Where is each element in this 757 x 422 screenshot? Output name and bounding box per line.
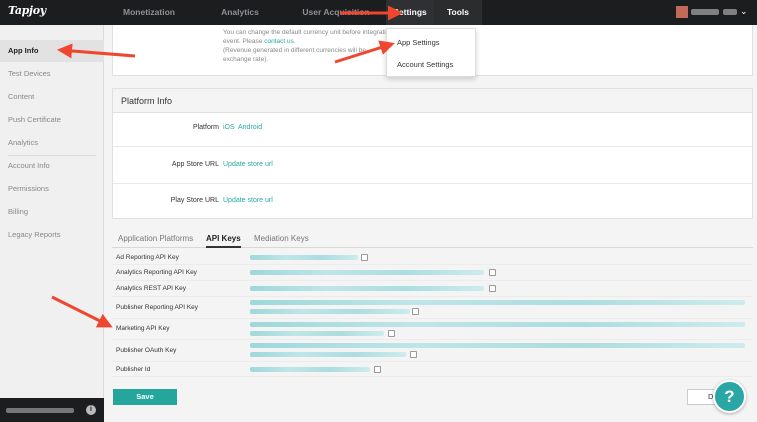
row-divider (113, 146, 752, 147)
menu-item-account-settings[interactable]: Account Settings (397, 60, 453, 69)
sidebar-item-permissions[interactable]: Permissions (0, 178, 104, 200)
app-store-url-label: App Store URL (171, 161, 219, 168)
api-key-value-redacted[interactable] (250, 322, 745, 327)
api-key-row: Publisher Id (112, 362, 753, 377)
copy-icon[interactable] (388, 330, 395, 337)
copy-icon[interactable] (361, 254, 368, 261)
api-key-row: Publisher Reporting API Key (112, 297, 753, 319)
sidebar-footer: i (0, 398, 104, 422)
account-name-redacted[interactable] (723, 9, 737, 15)
contact-us-link[interactable]: contact us (264, 38, 294, 45)
info-icon[interactable]: i (86, 405, 96, 415)
api-key-label: Publisher Id (116, 366, 151, 373)
copy-icon[interactable] (412, 308, 419, 315)
api-key-row: Publisher OAuth Key (112, 340, 753, 362)
menu-item-app-settings[interactable]: App Settings (397, 38, 440, 47)
platform-info-panel: Platform Info Platform iOS Android App S… (112, 88, 753, 219)
currency-note-line3: (Revenue generated in different currenci… (223, 47, 366, 54)
platform-ios-option[interactable]: iOS (223, 124, 235, 131)
settings-dropdown: App Settings Account Settings (386, 28, 476, 77)
currency-note-line4: exchange rate). (223, 56, 269, 63)
user-avatar[interactable] (676, 6, 688, 18)
platform-info-title: Platform Info (113, 89, 752, 113)
play-store-url-label: Play Store URL (170, 197, 219, 204)
api-key-label: Publisher OAuth Key (116, 347, 177, 354)
app-name-redacted (6, 408, 74, 413)
sidebar: App Info Test Devices Content Push Certi… (0, 25, 104, 422)
api-key-label: Marketing API Key (116, 325, 170, 332)
api-key-label: Analytics REST API Key (116, 285, 186, 292)
sidebar-item-app-info[interactable]: App Info (0, 40, 104, 62)
tab-mediation-keys[interactable]: Mediation Keys (254, 234, 309, 243)
api-key-value-redacted[interactable] (250, 255, 358, 260)
nav-tools[interactable]: Tools (434, 0, 482, 25)
copy-icon[interactable] (489, 285, 496, 292)
play-store-update-link[interactable]: Update store url (223, 197, 273, 204)
api-key-row: Analytics REST API Key (112, 281, 753, 297)
sidebar-item-analytics[interactable]: Analytics (0, 132, 104, 154)
api-key-label: Analytics Reporting API Key (116, 269, 197, 276)
tab-api-keys[interactable]: API Keys (206, 234, 241, 248)
currency-note-line2: event. Please contact us. (223, 38, 296, 45)
user-name-redacted[interactable] (691, 9, 719, 15)
api-key-label: Ad Reporting API Key (116, 254, 179, 261)
save-button[interactable]: Save (113, 389, 177, 405)
platform-android-option[interactable]: Android (238, 124, 262, 131)
api-key-value-redacted[interactable] (250, 331, 384, 336)
api-key-value-redacted[interactable] (250, 286, 484, 291)
currency-note-suffix: . (293, 38, 296, 45)
copy-icon[interactable] (410, 351, 417, 358)
tapjoy-logo[interactable]: Tapjoy (8, 4, 46, 17)
api-key-value-redacted[interactable] (250, 352, 406, 357)
sidebar-item-account-info[interactable]: Account Info (0, 155, 104, 177)
api-key-row: Analytics Reporting API Key (112, 265, 753, 281)
keys-tabs: Application Platforms API Keys Mediation… (112, 231, 753, 248)
api-key-row: Marketing API Key (112, 319, 753, 340)
api-key-label: Publisher Reporting API Key (116, 304, 199, 311)
app-store-update-link[interactable]: Update store url (223, 161, 273, 168)
nav-settings[interactable]: Settings (386, 0, 434, 25)
row-divider (113, 183, 752, 184)
currency-note-prefix: event. Please (223, 38, 265, 45)
sidebar-item-push-certificate[interactable]: Push Certificate (0, 109, 104, 131)
sidebar-item-content[interactable]: Content (0, 86, 104, 108)
chevron-down-icon[interactable]: ⌄ (740, 6, 748, 17)
sidebar-item-test-devices[interactable]: Test Devices (0, 63, 104, 85)
currency-note-line1: You can change the default currency unit… (223, 29, 386, 36)
top-navigation-bar: Tapjoy Monetization Analytics User Acqui… (0, 0, 757, 25)
nav-monetization[interactable]: Monetization (104, 0, 194, 25)
tab-application-platforms[interactable]: Application Platforms (118, 234, 193, 243)
help-icon[interactable]: ? (713, 380, 746, 413)
api-key-row: Ad Reporting API Key (112, 251, 753, 265)
api-key-value-redacted[interactable] (250, 309, 410, 314)
copy-icon[interactable] (374, 366, 381, 373)
api-key-value-redacted[interactable] (250, 300, 745, 305)
nav-user-acquisition[interactable]: User Acquisition (286, 0, 386, 25)
nav-analytics[interactable]: Analytics (194, 0, 286, 25)
api-key-value-redacted[interactable] (250, 270, 484, 275)
api-key-value-redacted[interactable] (250, 367, 370, 372)
api-key-value-redacted[interactable] (250, 343, 745, 348)
platform-label: Platform (192, 124, 219, 131)
sidebar-item-billing[interactable]: Billing (0, 201, 104, 223)
sidebar-item-legacy-reports[interactable]: Legacy Reports (0, 224, 104, 246)
copy-icon[interactable] (489, 269, 496, 276)
